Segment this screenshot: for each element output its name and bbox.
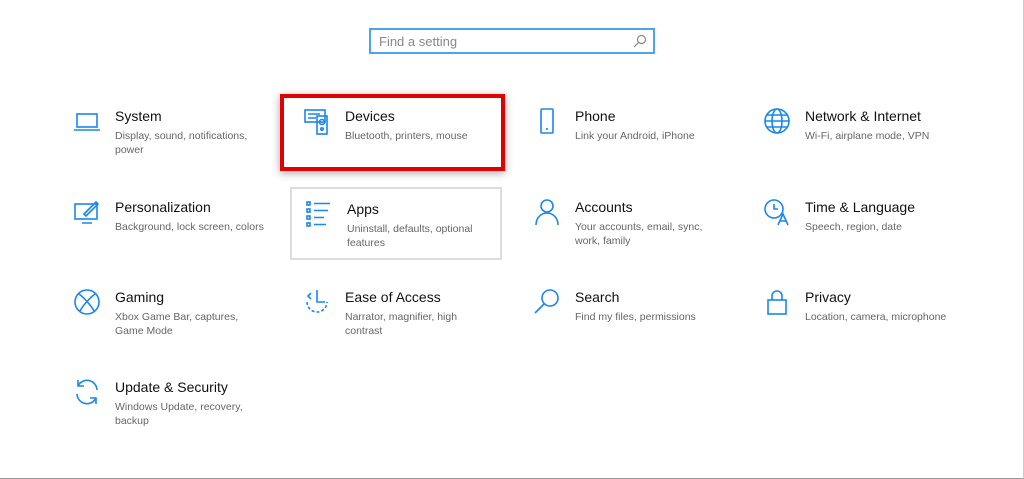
tile-privacy[interactable]: Privacy Location, camera, microphone (750, 277, 962, 350)
tile-title: Phone (575, 108, 616, 124)
xbox-icon (74, 289, 100, 315)
apps-list-icon (306, 201, 330, 227)
tile-time-language[interactable]: Time & Language Speech, region, date (750, 187, 962, 260)
tile-description: Find my files, permissions (575, 311, 696, 323)
tile-accounts[interactable]: Accounts Your accounts, email, sync, work… (520, 187, 732, 260)
lock-icon (767, 290, 787, 315)
paint-icon (74, 200, 100, 224)
tile-description: Windows Update, recovery, backup (115, 401, 243, 427)
tile-update-security[interactable]: Update & Security Windows Update, recover… (60, 367, 272, 440)
tile-network[interactable]: Network & Internet Wi-Fi, airplane mode, … (750, 96, 962, 169)
globe-icon (764, 108, 790, 134)
tile-description: Uninstall, defaults, optional features (347, 223, 473, 249)
tile-title: Apps (347, 201, 379, 217)
tile-system[interactable]: System Display, sound, notifications, pow… (60, 96, 272, 169)
tile-personalization[interactable]: Personalization Background, lock screen, … (60, 187, 272, 260)
ease-of-access-icon (306, 290, 328, 313)
tile-description: Xbox Game Bar, captures, Game Mode (115, 311, 239, 337)
search-input[interactable] (379, 33, 633, 49)
tile-description: Narrator, magnifier, high contrast (345, 311, 458, 337)
search-box[interactable] (369, 28, 655, 54)
tile-title: Accounts (575, 199, 633, 215)
tile-description: Wi-Fi, airplane mode, VPN (805, 130, 930, 142)
tile-description: Your accounts, email, sync, work, family (575, 221, 703, 247)
tile-apps[interactable]: Apps Uninstall, defaults, optional featur… (290, 187, 502, 260)
tile-description: Location, camera, microphone (805, 311, 947, 323)
search-icon (534, 289, 559, 314)
tile-title: Personalization (115, 199, 211, 215)
time-language-icon (764, 199, 789, 226)
tile-search[interactable]: Search Find my files, permissions (520, 277, 732, 350)
devices-highlight-box (280, 94, 505, 171)
tile-title: Privacy (805, 289, 851, 305)
tile-phone[interactable]: Phone Link your Android, iPhone (520, 96, 732, 169)
tile-title: Network & Internet (805, 108, 921, 124)
tile-description: Display, sound, notifications, power (115, 130, 248, 156)
tile-title: System (115, 108, 162, 124)
tile-description: Speech, region, date (805, 221, 902, 233)
tile-gaming[interactable]: Gaming Xbox Game Bar, captures, Game Mode (60, 277, 272, 350)
laptop-icon (74, 113, 100, 131)
tile-ease-of-access[interactable]: Ease of Access Narrator, magnifier, high … (290, 277, 502, 350)
tile-title: Ease of Access (345, 289, 441, 305)
tile-title: Gaming (115, 289, 165, 305)
person-icon (535, 199, 559, 226)
tile-title: Search (575, 289, 620, 305)
search-icon[interactable] (633, 34, 647, 48)
tile-description: Link your Android, iPhone (575, 130, 695, 142)
tile-description: Background, lock screen, colors (115, 221, 264, 233)
refresh-icon (76, 379, 98, 405)
tile-title: Update & Security (115, 379, 228, 395)
tile-title: Time & Language (805, 199, 915, 215)
phone-icon (540, 108, 554, 134)
